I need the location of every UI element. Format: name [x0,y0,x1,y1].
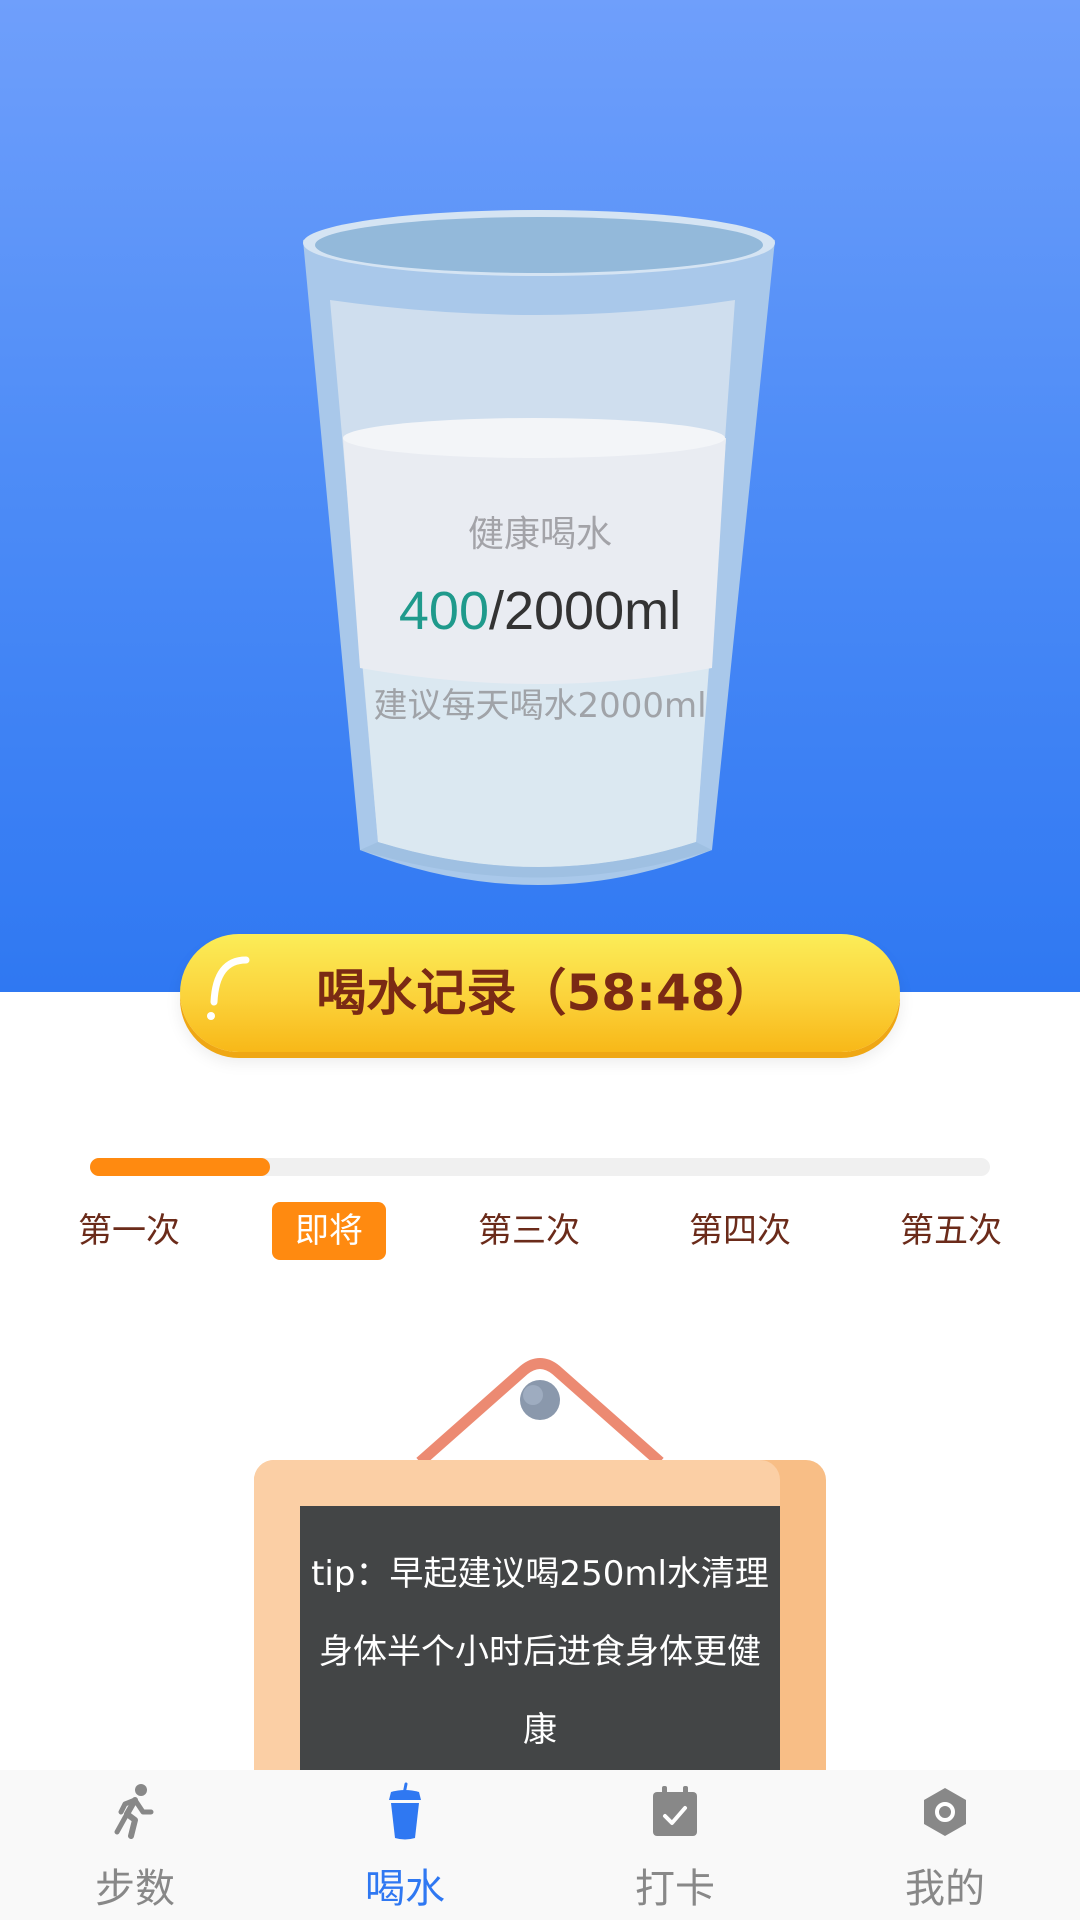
step-fourth[interactable]: 第四次 [683,1202,797,1260]
step-upcoming[interactable]: 即将 [272,1202,386,1260]
daily-goal: /2000ml [488,581,682,641]
step-first[interactable]: 第一次 [72,1202,186,1260]
progress-fill [90,1158,270,1176]
hexagon-user-icon [924,1788,966,1836]
tip-text: tip：早起建议喝250ml水清理身体半个小时后进食身体更健康 [311,1554,769,1750]
water-cup-icon [389,1782,421,1840]
current-intake: 400 [398,581,489,641]
nav-label-mine: 我的 [905,1866,985,1912]
daily-recommendation: 建议每天喝水2000ml [373,686,707,726]
water-record-button[interactable]: 喝水记录（58:48） [180,934,900,1052]
water-glass-illustration [303,210,775,885]
nav-label-water: 喝水 [365,1866,445,1912]
nav-item-steps[interactable]: 步数 [0,1770,270,1920]
app-screen: 健康喝水 400/2000ml 建议每天喝水2000ml 喝水记录（58:48）… [0,0,1080,1920]
nav-label-checkin: 打卡 [635,1866,715,1912]
water-amount: 400/2000ml [300,580,780,642]
nav-item-water[interactable]: 喝水 [270,1770,540,1920]
hero-section: 健康喝水 400/2000ml 建议每天喝水2000ml [0,0,1080,992]
step-fifth[interactable]: 第五次 [894,1202,1008,1260]
nav-item-mine[interactable]: 我的 [810,1770,1080,1920]
calendar-check-icon [653,1786,697,1836]
glass-title: 健康喝水 [467,514,612,555]
nav-item-checkin[interactable]: 打卡 [540,1770,810,1920]
water-record-label: 喝水记录（58:48） [316,964,776,1022]
step-third[interactable]: 第三次 [472,1202,586,1260]
bottom-navigation: 步数 喝水 打卡 我的 [0,1770,1080,1920]
intake-progress-bar [90,1158,990,1176]
walking-person-icon [114,1784,154,1839]
nav-label-steps: 步数 [95,1866,175,1912]
